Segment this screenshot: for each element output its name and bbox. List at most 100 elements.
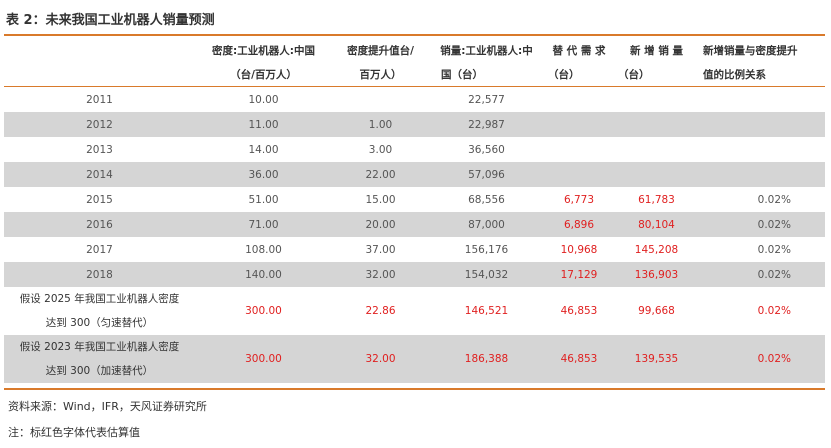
- scenario-label-line-2: 达到 300（匀速替代）: [45, 317, 154, 329]
- cell-year: 2014: [4, 162, 195, 187]
- cell-density: 71.00: [195, 212, 332, 237]
- cell-ratio: [699, 162, 825, 187]
- cell-replace: 6,773: [563, 193, 595, 206]
- cell-new-sales: 136,903: [614, 262, 699, 287]
- cell-new-sales: 99,668: [638, 305, 675, 317]
- cell-replace: 46,853: [544, 335, 614, 383]
- cell-new-sales: 61,783: [638, 193, 675, 206]
- cell-density: 36.00: [195, 162, 332, 187]
- cell-ratio: 0.02%: [757, 305, 791, 317]
- cell-increase: 37.00: [365, 243, 396, 256]
- col-header-sales-unit: 国（台）: [441, 68, 483, 81]
- cell-ratio: [699, 137, 825, 162]
- cell-new-sales: 139,535: [614, 335, 699, 383]
- cell-replace: [544, 162, 614, 187]
- scenario-row: 假设 2025 年我国工业机器人密度 达到 300（匀速替代） 300.00 2…: [4, 287, 825, 335]
- cell-year: 2018: [4, 262, 195, 287]
- cell-replace: [544, 112, 614, 137]
- source-note: 资料来源：Wind，IFR，天风证券研究所: [8, 400, 207, 413]
- col-header-new-sales-unit: （台）: [618, 68, 650, 81]
- cell-sales: 22,577: [468, 93, 505, 106]
- col-header-ratio-unit: 值的比例关系: [703, 68, 766, 81]
- cell-ratio: 0.02%: [699, 262, 825, 287]
- cell-replace: [544, 137, 614, 162]
- cell-density: 108.00: [245, 243, 282, 256]
- cell-ratio: 0.02%: [699, 212, 825, 237]
- cell-replace: 17,129: [544, 262, 614, 287]
- cell-increase: 20.00: [332, 212, 429, 237]
- estimate-note: 注：标红色字体代表估算值: [8, 426, 140, 439]
- cell-new-sales: [614, 137, 699, 162]
- cell-sales: 36,560: [468, 143, 505, 156]
- cell-replace: 46,853: [560, 305, 598, 317]
- cell-density: 140.00: [195, 262, 332, 287]
- cell-year: 2016: [4, 212, 195, 237]
- col-header-replace-unit: （台）: [548, 68, 580, 81]
- table-title: 表 2：未来我国工业机器人销量预测: [6, 13, 215, 28]
- cell-new-sales: [614, 112, 699, 137]
- col-header-sales: 销量:工业机器人:中: [440, 44, 533, 57]
- cell-ratio: 0.02%: [757, 243, 791, 256]
- cell-sales: 154,032: [429, 262, 544, 287]
- col-header-increase: 密度提升值台/: [347, 44, 414, 57]
- cell-density: 10.00: [248, 93, 279, 106]
- col-header-label-2: [4, 62, 195, 87]
- cell-new-sales: 80,104: [614, 212, 699, 237]
- header-rule: [4, 34, 825, 36]
- cell-replace: 10,968: [560, 243, 598, 256]
- table-row: 2011 10.00 22,577: [4, 86, 825, 113]
- cell-increase: 22.00: [332, 162, 429, 187]
- cell-sales: 186,388: [429, 335, 544, 383]
- cell-new-sales: [614, 87, 699, 113]
- cell-density: 11.00: [195, 112, 332, 137]
- cell-increase: 1.00: [332, 112, 429, 137]
- cell-sales: 68,556: [468, 193, 505, 206]
- cell-increase: [332, 87, 429, 113]
- table-row: 2017 108.00 37.00 156,176 10,968 145,208…: [4, 237, 825, 262]
- scenario-label-line-2: 达到 300（加速替代）: [45, 365, 154, 377]
- cell-new-sales: [614, 162, 699, 187]
- cell-density: 51.00: [248, 193, 279, 206]
- table-row: 2015 51.00 15.00 68,556 6,773 61,783 0.0…: [4, 187, 825, 212]
- cell-increase: 15.00: [365, 193, 396, 206]
- col-header-ratio: 新增销量与密度提升: [703, 44, 798, 57]
- cell-ratio: 0.02%: [699, 335, 825, 383]
- cell-sales: 57,096: [429, 162, 544, 187]
- scenario-label: 假设 2023 年我国工业机器人密度 达到 300（加速替代）: [4, 335, 195, 383]
- cell-increase: 22.86: [365, 305, 396, 317]
- cell-new-sales: 145,208: [634, 243, 679, 256]
- cell-year: 2013: [86, 143, 113, 156]
- scenario-label: 假设 2025 年我国工业机器人密度 达到 300（匀速替代）: [4, 287, 195, 335]
- cell-year: 2011: [86, 93, 113, 106]
- cell-increase: 3.00: [368, 143, 393, 156]
- col-header-new-sales: 新 增 销 量: [630, 44, 683, 57]
- cell-sales: 22,987: [429, 112, 544, 137]
- cell-ratio: [699, 112, 825, 137]
- table-row: 2018 140.00 32.00 154,032 17,129 136,903…: [4, 262, 825, 287]
- cell-density: 300.00: [245, 305, 282, 317]
- cell-ratio: 0.02%: [757, 193, 791, 206]
- cell-sales: 146,521: [464, 305, 509, 317]
- col-header-replace: 替 代 需 求: [552, 44, 606, 57]
- footer-rule: [4, 388, 825, 390]
- scenario-label-line-1: 假设 2025 年我国工业机器人密度: [19, 293, 180, 305]
- scenario-row: 假设 2023 年我国工业机器人密度 达到 300（加速替代） 300.00 3…: [4, 335, 825, 383]
- cell-year: 2015: [86, 193, 113, 206]
- table-row: 2013 14.00 3.00 36,560: [4, 137, 825, 162]
- col-header-density: 密度:工业机器人:中国: [212, 44, 315, 57]
- cell-replace: [544, 87, 614, 113]
- cell-increase: 32.00: [332, 335, 429, 383]
- cell-replace: 6,896: [544, 212, 614, 237]
- cell-sales: 156,176: [464, 243, 509, 256]
- header-row-2: （台/百万人） 百万人） 国（台） （台） （台） 值的比例关系: [4, 62, 825, 87]
- col-header-increase-unit: 百万人）: [359, 68, 402, 81]
- cell-increase: 32.00: [332, 262, 429, 287]
- forecast-table: 密度:工业机器人:中国 密度提升值台/ 销量:工业机器人:中 替 代 需 求 新…: [4, 38, 825, 383]
- table-row: 2016 71.00 20.00 87,000 6,896 80,104 0.0…: [4, 212, 825, 237]
- cell-density: 14.00: [248, 143, 279, 156]
- cell-density: 300.00: [195, 335, 332, 383]
- scenario-label-line-1: 假设 2023 年我国工业机器人密度: [19, 341, 180, 353]
- cell-ratio: [699, 87, 825, 113]
- table-row: 2014 36.00 22.00 57,096: [4, 162, 825, 187]
- col-header-label: [4, 38, 195, 62]
